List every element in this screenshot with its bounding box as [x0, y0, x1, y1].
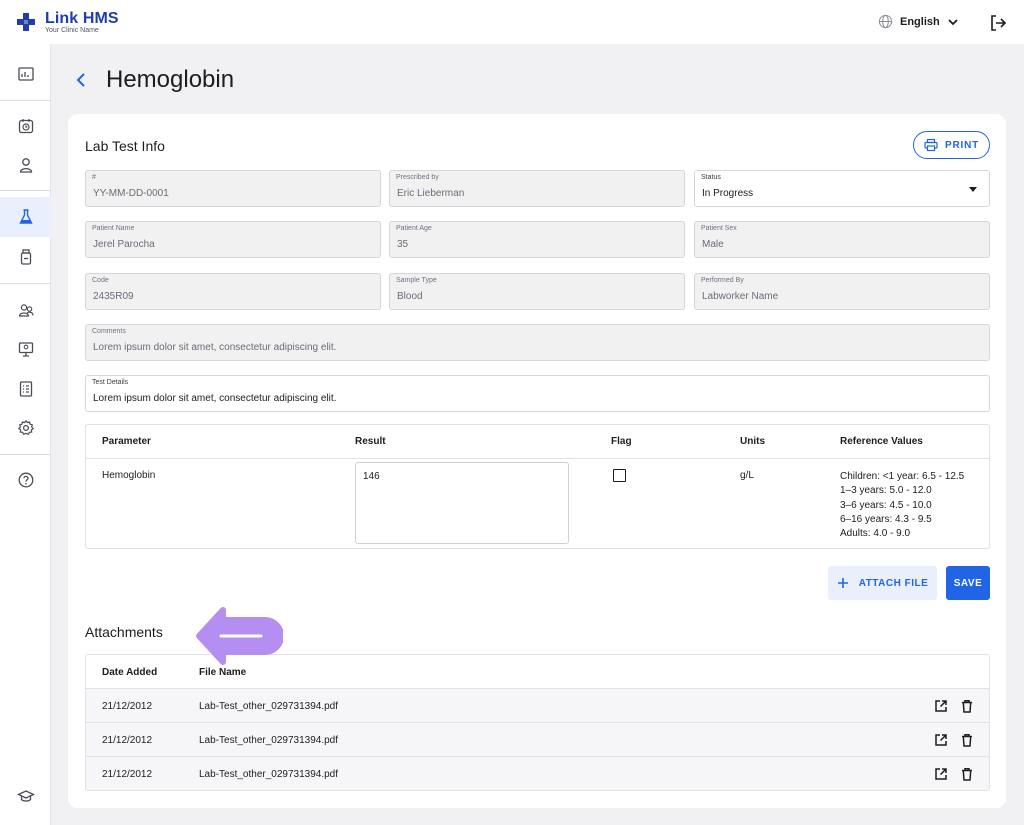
page-title: Hemoglobin	[106, 66, 235, 93]
sidebar-item-pharmacy[interactable]	[0, 237, 51, 277]
app-logo[interactable]: Link HMS Your Clinic Name	[16, 10, 119, 35]
lab-flask-icon	[18, 209, 33, 224]
file-name: Lab-Test_other_029731394.pdf	[199, 701, 339, 712]
medicine-bottle-icon	[20, 249, 31, 265]
attachments-table: Date Added File Name 21/12/2012 Lab-Test…	[85, 654, 990, 791]
table-row: 21/12/2012 Lab-Test_other_029731394.pdf	[86, 722, 989, 756]
annotation-arrow-icon	[196, 607, 283, 665]
column-header-file-name: File Name	[199, 667, 247, 678]
date-added: 21/12/2012	[102, 769, 153, 780]
result-input[interactable]: 146	[355, 462, 569, 544]
table-row: 21/12/2012 Lab-Test_other_029731394.pdf	[86, 756, 989, 790]
sidebar-item-settings[interactable]	[0, 408, 51, 448]
file-name: Lab-Test_other_029731394.pdf	[199, 769, 339, 780]
chevron-down-icon	[948, 18, 958, 25]
lab-test-card: Lab Test Info PRINT # YY-MM-DD-0001 Pres…	[68, 114, 1006, 808]
date-added: 21/12/2012	[102, 735, 153, 746]
globe-icon	[878, 14, 893, 29]
flag-checkbox[interactable]	[613, 469, 626, 482]
attach-file-button[interactable]: ATTACH FILE	[828, 566, 937, 600]
print-button[interactable]: PRINT	[913, 131, 990, 159]
dropdown-caret-icon	[969, 187, 977, 192]
column-header-date-added: Date Added	[102, 667, 158, 678]
logout-icon[interactable]	[989, 14, 1007, 32]
result-value: 146	[363, 471, 380, 482]
attach-file-label: ATTACH FILE	[858, 577, 929, 589]
section-title-lab-test-info: Lab Test Info	[85, 138, 165, 154]
dashboard-icon	[17, 67, 34, 81]
sidebar	[0, 44, 51, 825]
prescribed-by-field: Prescribed by Eric Lieberman	[389, 170, 685, 207]
plus-icon	[837, 578, 848, 588]
save-button[interactable]: SAVE	[946, 566, 990, 600]
patient-sex-field: Patient Sex Male	[694, 221, 990, 258]
help-icon	[18, 472, 33, 488]
staff-icon	[18, 304, 34, 317]
cross-logo-icon	[17, 13, 35, 31]
status-select[interactable]: Status In Progress	[694, 170, 990, 207]
sidebar-item-monitor[interactable]	[0, 329, 51, 369]
sidebar-item-reports[interactable]	[0, 369, 51, 409]
date-added: 21/12/2012	[102, 701, 153, 712]
open-external-icon[interactable]	[934, 733, 948, 747]
monitor-icon	[18, 342, 33, 357]
code-field: Code 2435R09	[85, 273, 381, 310]
sidebar-item-education[interactable]	[0, 776, 51, 816]
delete-trash-icon[interactable]	[960, 699, 974, 713]
top-bar: Link HMS Your Clinic Name English	[0, 0, 1024, 44]
open-external-icon[interactable]	[934, 699, 948, 713]
back-arrow-icon[interactable]	[73, 69, 89, 91]
sidebar-item-staff[interactable]	[0, 290, 51, 330]
sidebar-item-help[interactable]	[0, 460, 51, 500]
open-external-icon[interactable]	[934, 767, 948, 781]
appointments-icon	[18, 119, 33, 134]
language-label: English	[900, 15, 940, 28]
sidebar-item-dashboard[interactable]	[0, 54, 51, 94]
sidebar-item-patients[interactable]	[0, 145, 51, 185]
test-details-field[interactable]: Test Details Lorem ipsum dolor sit amet,…	[85, 375, 990, 412]
delete-trash-icon[interactable]	[960, 733, 974, 747]
parameter-name: Hemoglobin	[102, 470, 156, 481]
units-value: g/L	[740, 470, 754, 481]
settings-icon	[17, 419, 34, 436]
reference-values: Children: <1 year: 6.5 - 12.5 1–3 years:…	[840, 471, 965, 540]
delete-trash-icon[interactable]	[960, 767, 974, 781]
column-header-result: Result	[355, 436, 386, 447]
performed-by-field: Performed By Labworker Name	[694, 273, 990, 310]
clinic-name: Your Clinic Name	[45, 27, 99, 34]
sidebar-item-appointments[interactable]	[0, 106, 51, 146]
section-title-attachments: Attachments	[85, 624, 163, 640]
app-name: Link HMS	[45, 10, 119, 27]
comments-field: Comments Lorem ipsum dolor sit amet, con…	[85, 324, 990, 361]
reports-icon	[19, 381, 32, 397]
patient-age-field: Patient Age 35	[389, 221, 685, 258]
file-name: Lab-Test_other_029731394.pdf	[199, 735, 339, 746]
parameters-table: Parameter Result Flag Units Reference Va…	[85, 424, 990, 549]
education-icon	[16, 790, 35, 802]
patient-icon	[19, 158, 32, 173]
print-label: PRINT	[945, 139, 979, 151]
language-selector[interactable]: English	[878, 14, 959, 29]
column-header-flag: Flag	[611, 436, 632, 447]
column-header-reference-values: Reference Values	[840, 436, 923, 447]
sample-type-field: Sample Type Blood	[389, 273, 685, 310]
patient-name-field: Patient Name Jerel Parocha	[85, 221, 381, 258]
column-header-parameter: Parameter	[102, 436, 151, 447]
printer-icon	[924, 138, 938, 152]
column-header-units: Units	[740, 436, 765, 447]
table-row: 21/12/2012 Lab-Test_other_029731394.pdf	[86, 688, 989, 722]
number-field: # YY-MM-DD-0001	[85, 170, 381, 207]
sidebar-item-lab[interactable]	[0, 197, 51, 237]
